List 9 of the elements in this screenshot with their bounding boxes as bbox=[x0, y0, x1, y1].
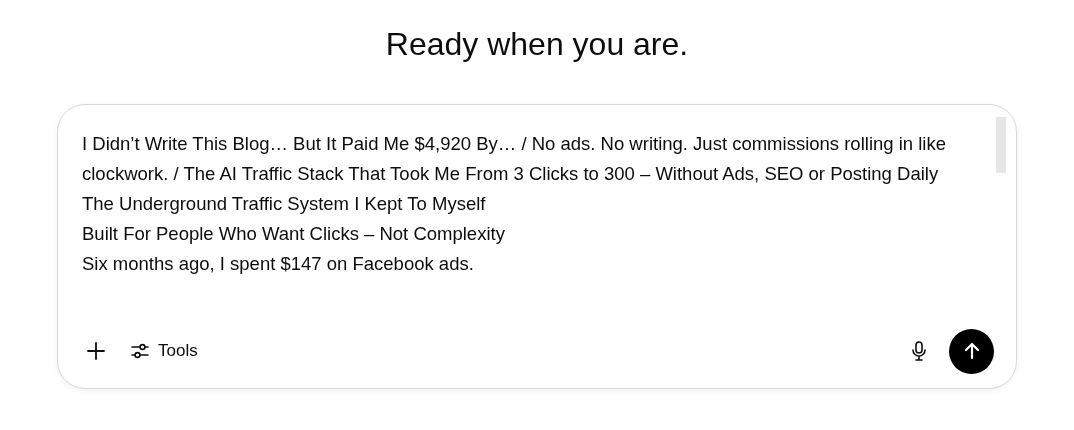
arrow-up-icon bbox=[962, 342, 981, 360]
tools-button[interactable]: Tools bbox=[126, 337, 202, 365]
scrollbar-thumb[interactable] bbox=[996, 117, 1006, 173]
message-field[interactable]: I Didn’t Write This Blog… But It Paid Me $4,920 By… / No ads. No writing. Just commissions rolling in like clockwork. / The AI Traffic Stack That Took Me From 3 Clicks to 300 – Without Ads, SEO or Posting Daily The Underground Traffic System I Kept To Myself Built For People Who Want Clicks – Not Complexity Six months ago, I spent $147 on Facebook ads. Tools bbox=[57, 104, 1017, 389]
microphone-icon bbox=[909, 340, 929, 362]
sliders-icon bbox=[130, 341, 150, 361]
page-heading: Ready when you are. bbox=[385, 25, 689, 64]
plus-icon bbox=[86, 341, 106, 361]
send-button[interactable] bbox=[949, 328, 994, 374]
